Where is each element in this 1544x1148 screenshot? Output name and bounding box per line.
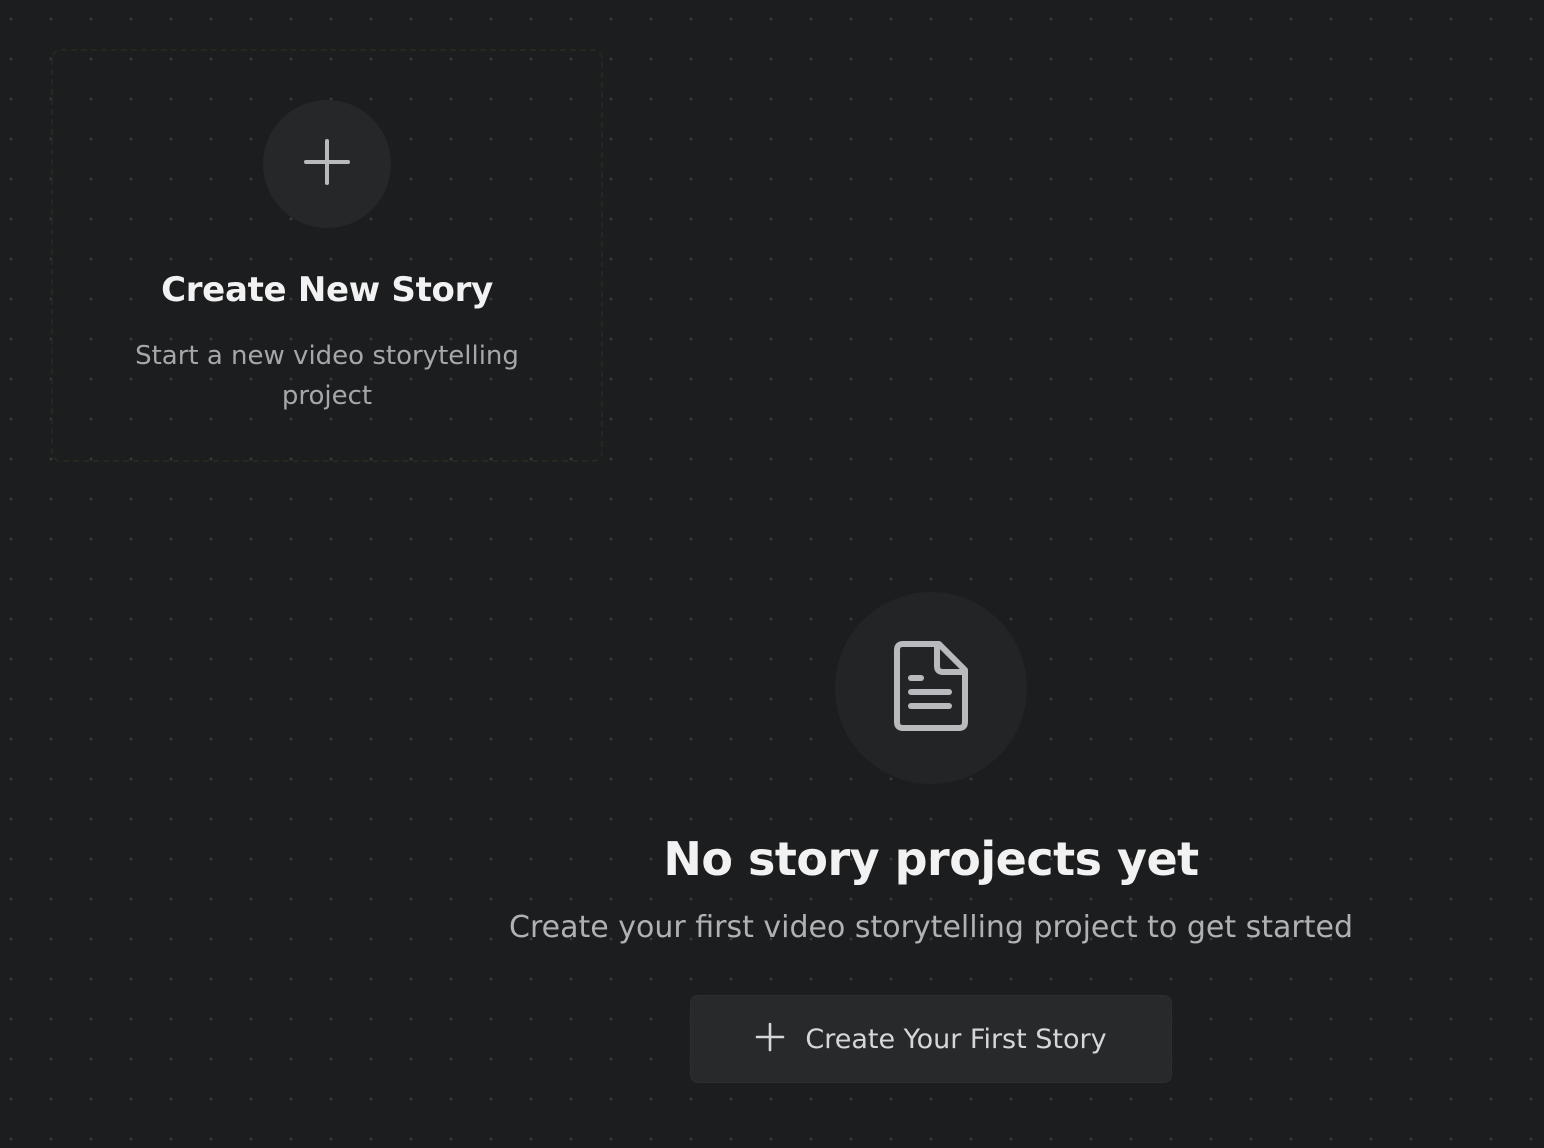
create-card-description: Start a new video storytelling project	[135, 341, 519, 411]
create-card-title: Create New Story	[161, 270, 493, 310]
empty-state-title: No story projects yet	[663, 832, 1199, 886]
empty-state: No story projects yet Create your first …	[430, 592, 1432, 1083]
plus-icon	[755, 1022, 785, 1056]
document-icon-circle	[835, 592, 1027, 784]
create-new-story-card[interactable]: Create New Story Start a new video story…	[51, 49, 603, 462]
plus-icon-circle	[263, 100, 391, 228]
create-first-story-button[interactable]: Create Your First Story	[690, 995, 1172, 1083]
document-icon	[893, 640, 969, 736]
plus-icon	[304, 139, 350, 189]
empty-state-description: Create your first video storytelling pro…	[509, 910, 1353, 945]
create-first-story-label: Create Your First Story	[805, 1023, 1107, 1055]
